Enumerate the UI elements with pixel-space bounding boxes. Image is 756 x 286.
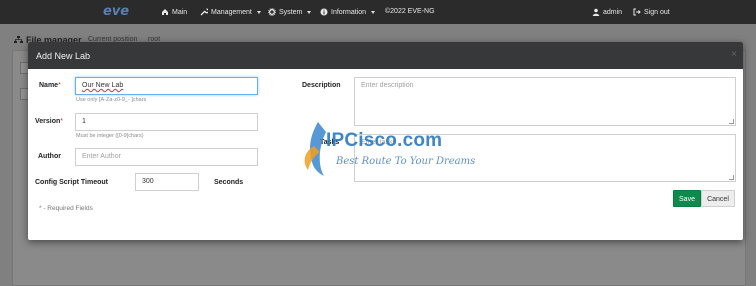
version-value: 1 (82, 118, 86, 125)
description-placeholder: Enter description (361, 82, 414, 89)
home-icon (162, 9, 168, 15)
nav-system-label: System (279, 8, 303, 16)
required-mark: * (60, 118, 64, 125)
nav-user[interactable]: admin (592, 8, 622, 16)
config-timeout-input[interactable]: 300 (135, 173, 199, 191)
nav-system[interactable]: System (268, 8, 312, 16)
modal-header: Add New Lab × (28, 42, 743, 69)
nav-signout[interactable]: Sign out (633, 8, 670, 16)
name-help: Use only [A-Za-z0-9_- ]chars (76, 97, 147, 103)
required-mark: * (58, 82, 61, 89)
name-value: Our New Lab (82, 82, 124, 89)
gear-icon (268, 8, 276, 16)
user-label: admin (603, 8, 623, 16)
copyright-label: ©2022 EVE-NG (385, 8, 435, 15)
watermark-slogan: Best Route To Your Dreams (336, 156, 476, 167)
description-label: Description (302, 82, 341, 89)
nav-main[interactable]: Main (161, 8, 187, 16)
nav-information[interactable]: Information (320, 8, 376, 16)
author-placeholder: Enter Author (82, 153, 121, 160)
nav-information-label: Information (331, 8, 367, 16)
name-label: Name* (39, 82, 61, 89)
name-input[interactable]: Our New Lab (75, 77, 258, 95)
wrench-icon (200, 8, 208, 16)
close-icon[interactable]: × (731, 49, 737, 60)
svg-text:eve: eve (103, 4, 129, 19)
cancel-button[interactable]: Cancel (701, 190, 735, 207)
nav-management-label: Management (211, 8, 252, 16)
copyright-text: ©2022 EVE-NG (385, 8, 435, 15)
signout-label: Sign out (644, 8, 670, 16)
resize-handle-icon[interactable] (729, 175, 734, 180)
name-label-text: Name (39, 82, 59, 89)
save-button[interactable]: Save (673, 190, 701, 207)
config-timeout-label: Config Script Timeout (35, 179, 108, 186)
config-timeout-value: 300 (142, 178, 154, 185)
watermark-brand: IPCisco.com (326, 130, 443, 151)
modal-title: Add New Lab (36, 51, 91, 61)
resize-handle-icon[interactable] (729, 119, 734, 124)
sitemap-icon (14, 36, 23, 43)
info-icon (320, 8, 328, 16)
author-input[interactable]: Enter Author (75, 148, 258, 166)
signout-icon (633, 8, 641, 16)
seconds-label: Seconds (214, 179, 244, 186)
required-fields-note: * - Required Fields (39, 205, 93, 212)
chevron-down-icon (307, 10, 312, 14)
version-input[interactable]: 1 (75, 113, 258, 131)
eve-logo[interactable]: eve (101, 3, 137, 19)
user-icon (592, 8, 600, 16)
nav-main-label: Main (172, 8, 188, 16)
version-help: Must be integer ([0-9]chars) (76, 133, 144, 139)
top-navbar: eve Main Management System Information ©… (0, 0, 756, 24)
author-label: Author (38, 153, 61, 160)
nav-management[interactable]: Management (200, 8, 261, 16)
chevron-down-icon (256, 10, 261, 14)
description-textarea[interactable]: Enter description (354, 77, 736, 126)
version-label-text: Version (35, 118, 61, 125)
version-label: Version* (35, 118, 63, 125)
chevron-down-icon (371, 10, 376, 14)
